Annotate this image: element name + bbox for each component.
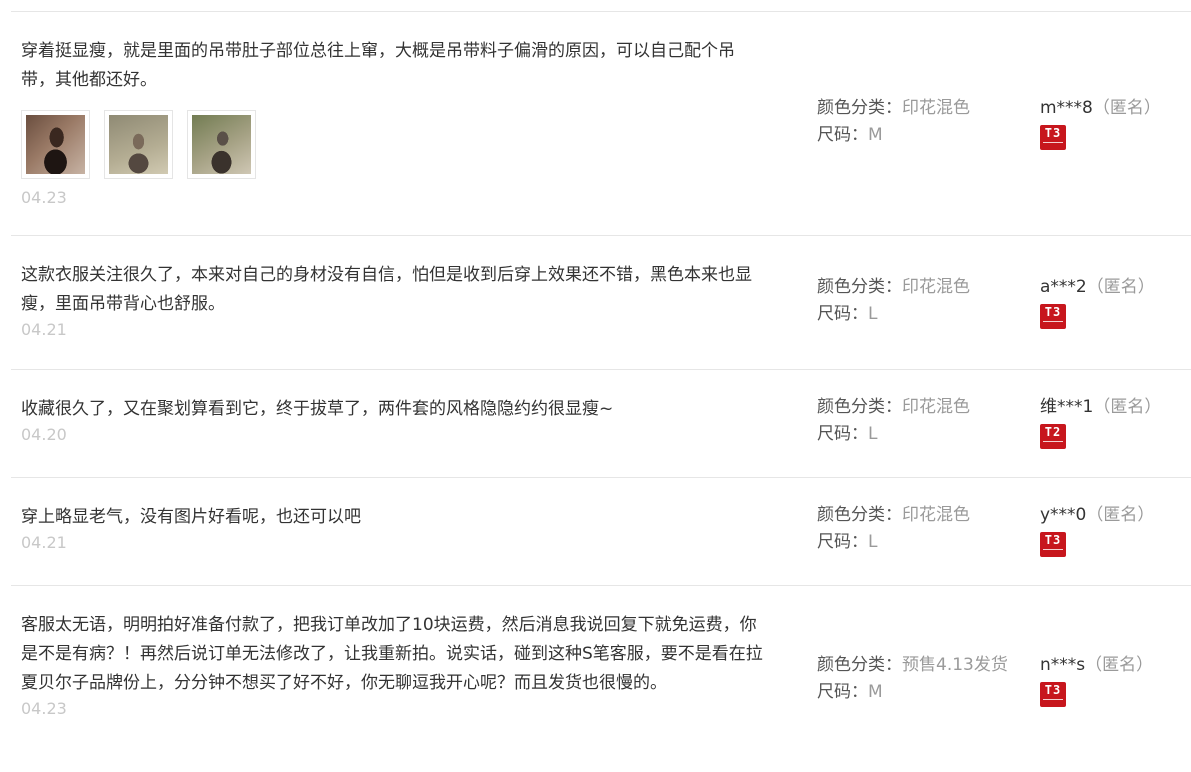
review-photo-thumbnail[interactable] [104,110,173,179]
color-attribute: 颜色分类：印花混色 [817,394,970,421]
size-label: 尺码： [817,304,868,324]
reviewer: m***8（匿名） T3 [1040,95,1161,150]
size-value: M [868,125,883,145]
user-level-badge-icon[interactable]: T3 [1040,532,1066,557]
size-value: L [868,424,878,444]
color-attribute: 颜色分类：印花混色 [817,274,970,301]
review-photo-thumbnail[interactable] [21,110,90,179]
size-attribute: 尺码：L [817,529,970,556]
anonymous-tag: （匿名） [1085,655,1154,675]
sku-info: 颜色分类：预售4.13发货 尺码：M [817,652,1008,706]
size-value: L [868,304,878,324]
review-text: 客服太无语，明明拍好准备付款了，把我订单改加了10块运费，然后消息我说回复下就免… [21,615,763,693]
review-content: 客服太无语，明明拍好准备付款了，把我订单改加了10块运费，然后消息我说回复下就免… [21,611,766,720]
review-date: 04.21 [21,533,67,552]
color-label: 颜色分类： [817,397,902,417]
user-level-badge-icon[interactable]: T3 [1040,125,1066,150]
reviewer-nick: a***2 [1040,277,1087,297]
sku-info: 颜色分类：印花混色 尺码：L [817,274,970,328]
color-attribute: 颜色分类：预售4.13发货 [817,652,1008,679]
anonymous-tag: （匿名） [1086,277,1155,297]
color-value: 印花混色 [902,505,970,525]
size-attribute: 尺码：M [817,122,970,149]
sku-info: 颜色分类：印花混色 尺码：M [817,95,970,149]
review-photo-thumbnail[interactable] [187,110,256,179]
reviewer: n***s（匿名） T3 [1040,652,1153,707]
size-label: 尺码： [817,682,868,702]
color-attribute: 颜色分类：印花混色 [817,95,970,122]
review-text: 这款衣服关注很久了，本来对自己的身材没有自信，怕但是收到后穿上效果还不错，黑色本… [21,265,752,314]
review-date: 04.23 [21,699,67,718]
user-level-badge-icon[interactable]: T2 [1040,424,1066,449]
reviewer: 维***1（匿名） T2 [1040,394,1161,449]
size-attribute: 尺码：L [817,301,970,328]
color-value: 预售4.13发货 [902,655,1008,675]
sku-info: 颜色分类：印花混色 尺码：L [817,502,970,556]
color-value: 印花混色 [902,98,970,118]
reviewer: y***0（匿名） T3 [1040,502,1154,557]
anonymous-tag: （匿名） [1092,98,1161,118]
size-attribute: 尺码：L [817,421,970,448]
anonymous-tag: （匿名） [1086,505,1155,525]
review-photos [21,110,766,179]
reviewer-nick: y***0 [1040,505,1087,525]
photo-image [26,115,85,174]
reviewer: a***2（匿名） T3 [1040,274,1155,329]
color-label: 颜色分类： [817,655,902,675]
review-row: 穿上略显老气，没有图片好看呢，也还可以吧 04.21 颜色分类：印花混色 尺码：… [11,478,1191,586]
review-text: 穿着挺显瘦，就是里面的吊带肚子部位总往上窜，大概是吊带料子偏滑的原因，可以自己配… [21,41,735,90]
size-label: 尺码： [817,424,868,444]
review-row: 这款衣服关注很久了，本来对自己的身材没有自信，怕但是收到后穿上效果还不错，黑色本… [11,236,1191,370]
size-label: 尺码： [817,532,868,552]
photo-image [192,115,251,174]
review-text: 穿上略显老气，没有图片好看呢，也还可以吧 [21,507,361,527]
review-date: 04.23 [21,188,67,207]
color-value: 印花混色 [902,397,970,417]
user-level-badge-icon[interactable]: T3 [1040,304,1066,329]
size-value: M [868,682,883,702]
color-label: 颜色分类： [817,505,902,525]
photo-image [109,115,168,174]
reviewer-nick: 维***1 [1040,397,1094,417]
sku-info: 颜色分类：印花混色 尺码：L [817,394,970,448]
review-content: 这款衣服关注很久了，本来对自己的身材没有自信，怕但是收到后穿上效果还不错，黑色本… [21,261,766,341]
reviewer-nick: n***s [1040,655,1086,675]
color-value: 印花混色 [902,277,970,297]
review-row: 客服太无语，明明拍好准备付款了，把我订单改加了10块运费，然后消息我说回复下就免… [11,586,1191,772]
review-row: 穿着挺显瘦，就是里面的吊带肚子部位总往上窜，大概是吊带料子偏滑的原因，可以自己配… [11,12,1191,236]
reviewer-nick: m***8 [1040,98,1093,118]
review-content: 收藏很久了，又在聚划算看到它，终于拔草了，两件套的风格隐隐约约很显瘦~ 04.2… [21,395,766,446]
color-label: 颜色分类： [817,98,902,118]
user-level-badge-icon[interactable]: T3 [1040,682,1066,707]
size-attribute: 尺码：M [817,679,1008,706]
review-content: 穿上略显老气，没有图片好看呢，也还可以吧 04.21 [21,503,766,554]
review-content: 穿着挺显瘦，就是里面的吊带肚子部位总往上窜，大概是吊带料子偏滑的原因，可以自己配… [21,37,766,209]
review-text: 收藏很久了，又在聚划算看到它，终于拔草了，两件套的风格隐隐约约很显瘦~ [21,399,614,419]
color-label: 颜色分类： [817,277,902,297]
color-attribute: 颜色分类：印花混色 [817,502,970,529]
size-label: 尺码： [817,125,868,145]
size-value: L [868,532,878,552]
review-date: 04.20 [21,425,67,444]
review-list: 穿着挺显瘦，就是里面的吊带肚子部位总往上窜，大概是吊带料子偏滑的原因，可以自己配… [11,11,1191,772]
review-row: 收藏很久了，又在聚划算看到它，终于拔草了，两件套的风格隐隐约约很显瘦~ 04.2… [11,370,1191,478]
review-date: 04.21 [21,320,67,339]
anonymous-tag: （匿名） [1093,397,1162,417]
